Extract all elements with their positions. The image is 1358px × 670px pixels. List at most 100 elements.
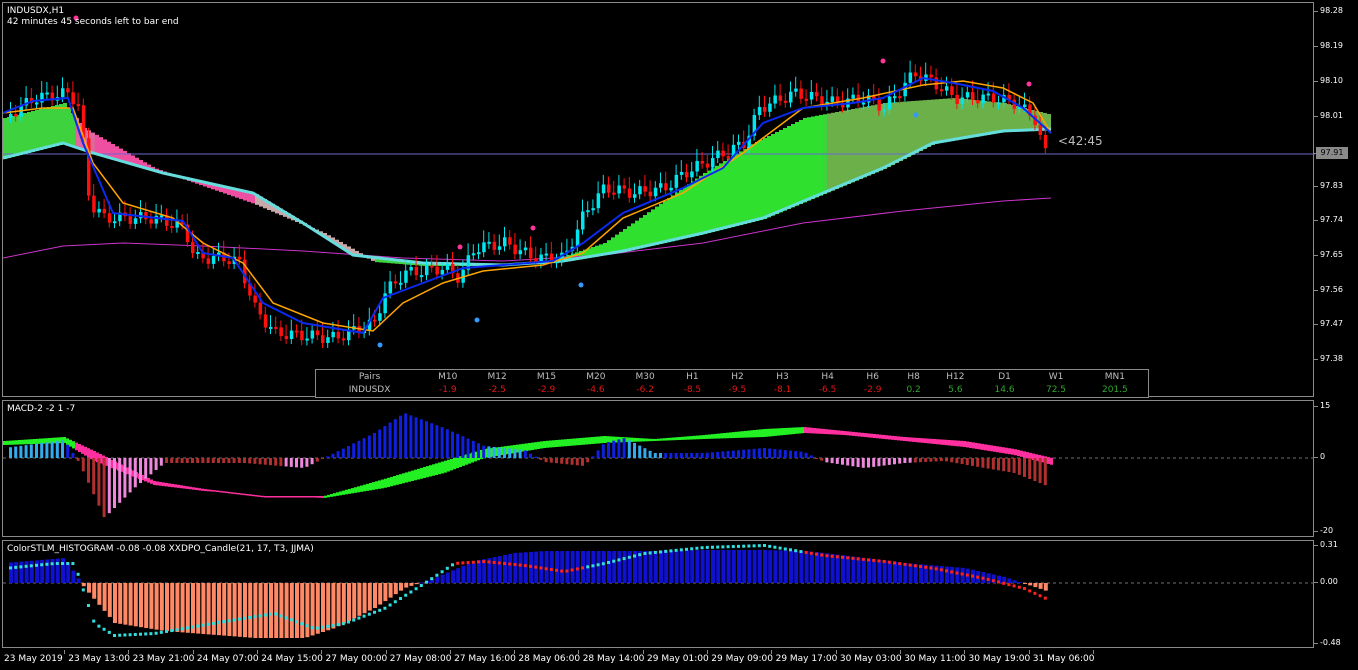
macd-signal-band (573, 438, 576, 446)
macd-axis-label: -20 (1320, 526, 1334, 535)
candle-body (409, 267, 413, 271)
stlm-candle-dot (789, 548, 792, 552)
macd-signal-band (771, 428, 774, 437)
ma-cloud-segment (667, 198, 671, 243)
macd-signal-band (168, 483, 171, 487)
stlm-histogram-bar (867, 558, 871, 583)
candle-body (601, 184, 606, 194)
macd-histogram-bar (867, 458, 870, 468)
stlm-histogram-bar (903, 563, 908, 583)
candle-body (97, 208, 101, 213)
pairs-table-value: -1.9 (439, 384, 457, 395)
macd-histogram-bar (648, 450, 652, 458)
candle-body (315, 330, 320, 336)
price-chart-pane[interactable]: INDUSDX,H1 42 minutes 45 seconds left to… (2, 2, 1315, 398)
macd-histogram-bar (903, 458, 907, 463)
stlm-histogram-bar (300, 583, 305, 638)
pairs-table-header-cell: M12 (487, 371, 507, 382)
ma-cloud-segment (963, 99, 967, 139)
stlm-candle-dot (867, 558, 870, 562)
stlm-canvas[interactable] (3, 541, 1315, 649)
pairs-table-value: -4.6 (587, 384, 605, 395)
stlm-candle-dot (139, 632, 142, 636)
macd-signal-band (33, 439, 36, 444)
candle-body (430, 265, 434, 268)
stlm-candle-dot (76, 572, 80, 576)
time-axis-label: 23 May 2019 (4, 654, 63, 664)
stlm-candle-dot (341, 622, 345, 626)
candle-body (191, 242, 195, 254)
candle-body (305, 338, 309, 341)
stlm-candle-dot (237, 617, 241, 621)
stlm-histogram-bar (1043, 583, 1048, 591)
macd-histogram-bar (570, 458, 574, 465)
stlm-histogram-bar (1038, 583, 1043, 589)
macd-histogram-bar (315, 458, 319, 462)
macd-signal-band (867, 433, 870, 438)
macd-signal-band (720, 433, 723, 439)
ma-cloud-segment (639, 217, 643, 249)
fractal-marker (578, 282, 584, 288)
macd-signal-band (687, 436, 690, 440)
stlm-histogram-bar (341, 583, 346, 624)
macd-signal-band (162, 482, 165, 487)
candle-body (133, 218, 138, 224)
stlm-candle-dot (471, 560, 475, 564)
stlm-histogram-bar (24, 561, 29, 583)
ma-cloud-segment (911, 101, 915, 155)
macd-signal-band (822, 428, 825, 434)
stlm-candle-dot (627, 555, 631, 559)
stlm-histogram-bar (154, 583, 159, 630)
macd-histogram-bar (726, 451, 730, 458)
ma-cloud-segment (691, 181, 695, 237)
macd-signal-band (204, 489, 207, 492)
stlm-candle-dot (643, 551, 647, 555)
macd-canvas[interactable] (3, 401, 1315, 538)
stlm-histogram-bar (497, 556, 502, 583)
macd-signal-band (321, 496, 324, 498)
stlm-histogram-bar (955, 567, 960, 583)
macd-signal-band (936, 439, 939, 445)
macd-histogram-bar (383, 426, 387, 458)
stlm-candle-dot (29, 564, 33, 568)
macd-signal-band (150, 479, 153, 484)
stlm-candle-dot (336, 623, 340, 627)
stlm-candle-dot (903, 562, 907, 566)
candle-body (617, 185, 621, 194)
stlm-histogram-bar (835, 554, 840, 583)
macd-signal-band (12, 440, 15, 445)
ma-cloud-segment (819, 115, 823, 196)
stlm-histogram-bar (211, 583, 216, 635)
stlm-candle-dot (440, 570, 444, 574)
stlm-histogram-bar (336, 583, 341, 627)
macd-signal-band (690, 436, 693, 440)
ma-cloud-segment (999, 102, 1003, 133)
pairs-table-header-cell: M20 (586, 371, 606, 382)
stlm-histogram-bar (326, 583, 331, 631)
stlm-indicator-pane[interactable]: ColorSTLM_HISTOGRAM -0.08 -0.08 XXDPO_Ca… (2, 540, 1315, 649)
stlm-candle-dot (1002, 581, 1006, 585)
time-axis-label: 23 May 13:00 (68, 654, 131, 664)
stlm-histogram-bar (523, 552, 528, 583)
price-axis[interactable]: 98.2898.1998.1098.0197.9297.8397.7497.65… (1314, 2, 1358, 397)
time-axis-label: 30 May 19:00 (968, 654, 1031, 664)
ma-cloud-segment (943, 98, 947, 143)
price-chart-canvas[interactable] (3, 3, 1315, 398)
stlm-histogram-bar (898, 562, 903, 583)
macd-histogram-bar (809, 455, 813, 458)
macd-signal-band (645, 438, 648, 442)
ma-cloud-segment (59, 104, 63, 145)
macd-histogram-bar (789, 450, 792, 458)
macd-signal-band (447, 459, 450, 472)
price-axis-label: 98.19 (1320, 41, 1343, 50)
candle-body (113, 221, 117, 224)
time-axis[interactable]: 23 May 2019 23 May 13:00 23 May 21:00 24 Ma… (2, 650, 1314, 670)
candle-body (898, 96, 902, 99)
stlm-candle-dot (284, 616, 288, 620)
stlm-candle-dot (950, 570, 954, 574)
macd-histogram-bar (482, 445, 486, 458)
macd-indicator-pane[interactable]: MACD-2 -2 1 -7 (2, 400, 1315, 538)
macd-histogram-bar (378, 429, 382, 458)
stlm-candle-dot (815, 552, 818, 556)
macd-signal-band (714, 433, 717, 439)
